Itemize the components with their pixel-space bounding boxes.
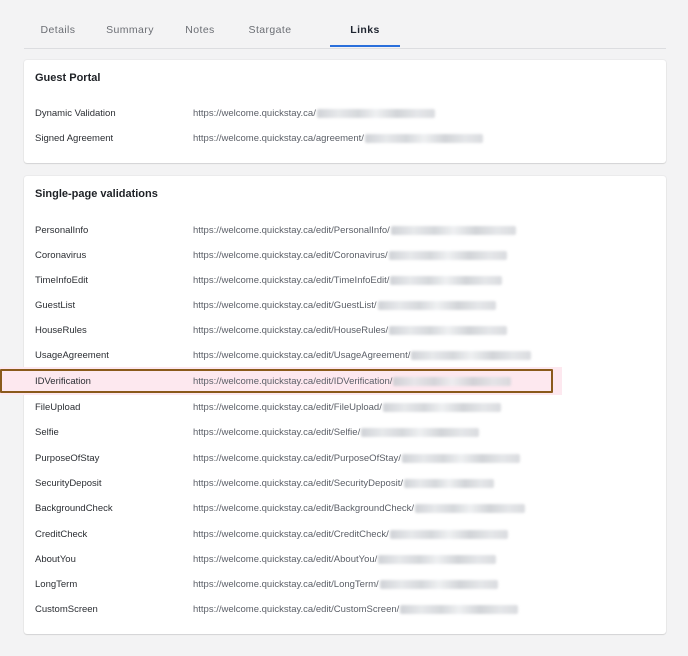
link-url[interactable]: https://welcome.quickstay.ca/edit/Securi… bbox=[193, 471, 494, 496]
link-label: CreditCheck bbox=[35, 529, 88, 540]
link-label: BackgroundCheck bbox=[35, 503, 113, 514]
link-url[interactable]: https://welcome.quickstay.ca/edit/Purpos… bbox=[193, 446, 520, 471]
link-label: PurposeOfStay bbox=[35, 453, 100, 464]
link-row: Selfie https://welcome.quickstay.ca/edit… bbox=[24, 420, 666, 445]
link-label: UsageAgreement bbox=[35, 350, 109, 361]
active-tab-indicator bbox=[330, 45, 400, 47]
redacted-token bbox=[382, 402, 501, 412]
link-row: Coronavirus https://welcome.quickstay.ca… bbox=[24, 243, 666, 268]
redacted-token bbox=[389, 529, 508, 539]
link-label: Selfie bbox=[35, 427, 59, 438]
tab-notes[interactable]: Notes bbox=[168, 0, 232, 46]
link-url[interactable]: https://welcome.quickstay.ca/edit/Corona… bbox=[193, 243, 507, 268]
redacted-token bbox=[403, 478, 494, 488]
link-label: Coronavirus bbox=[35, 250, 87, 261]
link-url[interactable]: https://welcome.quickstay.ca/ bbox=[193, 101, 435, 126]
link-url[interactable]: https://welcome.quickstay.ca/edit/IDVeri… bbox=[193, 369, 512, 394]
link-row: LongTerm https://welcome.quickstay.ca/ed… bbox=[24, 572, 666, 597]
link-label: IDVerification bbox=[35, 376, 91, 387]
tab-summary[interactable]: Summary bbox=[96, 0, 164, 46]
tab-links[interactable]: Links bbox=[330, 0, 400, 46]
tab-stargate[interactable]: Stargate bbox=[236, 0, 304, 46]
link-url[interactable]: https://welcome.quickstay.ca/agreement/ bbox=[193, 126, 483, 151]
link-label: PersonalInfo bbox=[35, 225, 89, 236]
link-row: PersonalInfo https://welcome.quickstay.c… bbox=[24, 218, 666, 243]
link-row: SecurityDeposit https://welcome.quicksta… bbox=[24, 471, 666, 496]
redacted-token bbox=[415, 503, 526, 513]
redacted-token bbox=[364, 133, 483, 143]
link-row: BackgroundCheck https://welcome.quicksta… bbox=[24, 496, 666, 521]
redacted-token bbox=[411, 350, 532, 360]
link-url[interactable]: https://welcome.quickstay.ca/edit/LongTe… bbox=[193, 572, 498, 597]
link-row-highlighted: IDVerification https://welcome.quickstay… bbox=[0, 367, 666, 395]
link-label: AboutYou bbox=[35, 554, 76, 565]
redacted-token bbox=[400, 604, 519, 614]
link-url[interactable]: https://welcome.quickstay.ca/edit/UsageA… bbox=[193, 343, 532, 368]
tab-details[interactable]: Details bbox=[24, 0, 92, 46]
link-url[interactable]: https://welcome.quickstay.ca/edit/Selfie… bbox=[193, 420, 480, 445]
link-row: HouseRules https://welcome.quickstay.ca/… bbox=[24, 318, 666, 343]
guest-portal-card: Guest Portal Dynamic Validation https://… bbox=[24, 60, 666, 163]
link-row: UsageAgreement https://welcome.quickstay… bbox=[24, 343, 666, 368]
link-row: Dynamic Validation https://welcome.quick… bbox=[24, 101, 666, 126]
link-label: SecurityDeposit bbox=[35, 478, 102, 489]
redacted-token bbox=[388, 250, 507, 260]
redacted-token bbox=[389, 325, 508, 335]
link-label: CustomScreen bbox=[35, 604, 98, 615]
redacted-token bbox=[393, 376, 512, 386]
link-row: TimeInfoEdit https://welcome.quickstay.c… bbox=[24, 268, 666, 293]
link-row: AboutYou https://welcome.quickstay.ca/ed… bbox=[24, 547, 666, 572]
link-url[interactable]: https://welcome.quickstay.ca/edit/Person… bbox=[193, 218, 516, 243]
link-url[interactable]: https://welcome.quickstay.ca/edit/FileUp… bbox=[193, 395, 501, 420]
link-row: Signed Agreement https://welcome.quickst… bbox=[24, 126, 666, 151]
redacted-token bbox=[390, 225, 516, 235]
link-row: CustomScreen https://welcome.quickstay.c… bbox=[24, 597, 666, 622]
link-label: Dynamic Validation bbox=[35, 108, 116, 119]
link-row: GuestList https://welcome.quickstay.ca/e… bbox=[24, 293, 666, 318]
single-page-validations-title: Single-page validations bbox=[35, 188, 158, 200]
link-url[interactable]: https://welcome.quickstay.ca/edit/Credit… bbox=[193, 522, 508, 547]
redacted-token bbox=[401, 453, 520, 463]
link-row: CreditCheck https://welcome.quickstay.ca… bbox=[24, 522, 666, 547]
redacted-token bbox=[379, 579, 498, 589]
link-url[interactable]: https://welcome.quickstay.ca/edit/Backgr… bbox=[193, 496, 526, 521]
link-label: LongTerm bbox=[35, 579, 78, 590]
redacted-token bbox=[316, 108, 435, 118]
link-url[interactable]: https://welcome.quickstay.ca/edit/GuestL… bbox=[193, 293, 496, 318]
link-row: FileUpload https://welcome.quickstay.ca/… bbox=[24, 395, 666, 420]
link-row: PurposeOfStay https://welcome.quickstay.… bbox=[24, 446, 666, 471]
link-url[interactable]: https://welcome.quickstay.ca/edit/AboutY… bbox=[193, 547, 497, 572]
tab-bar: Details Summary Notes Stargate Links bbox=[24, 0, 666, 49]
redacted-token bbox=[378, 554, 497, 564]
link-label: GuestList bbox=[35, 300, 76, 311]
redacted-token bbox=[390, 275, 503, 285]
link-label: HouseRules bbox=[35, 325, 87, 336]
link-url[interactable]: https://welcome.quickstay.ca/edit/Custom… bbox=[193, 597, 519, 622]
redacted-token bbox=[377, 300, 496, 310]
link-url[interactable]: https://welcome.quickstay.ca/edit/HouseR… bbox=[193, 318, 508, 343]
guest-portal-title: Guest Portal bbox=[35, 72, 101, 84]
link-url[interactable]: https://welcome.quickstay.ca/edit/TimeIn… bbox=[193, 268, 503, 293]
redacted-token bbox=[361, 427, 480, 437]
single-page-validations-card: Single-page validations PersonalInfo htt… bbox=[0, 176, 666, 634]
link-label: Signed Agreement bbox=[35, 133, 114, 144]
link-label: FileUpload bbox=[35, 402, 81, 413]
link-label: TimeInfoEdit bbox=[35, 275, 88, 286]
